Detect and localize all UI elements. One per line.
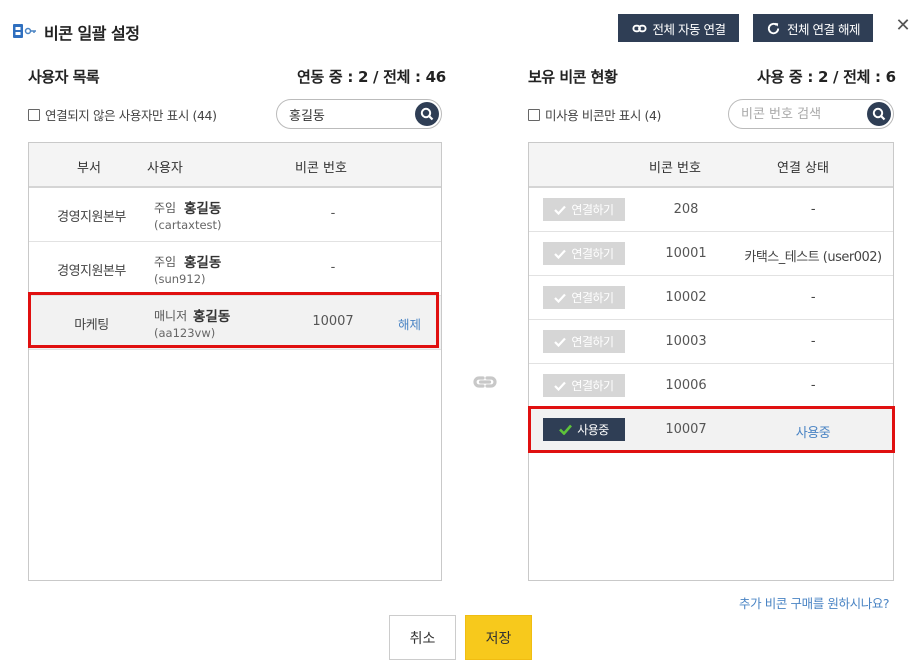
check-icon [554, 293, 567, 303]
table-row: 연결하기 208 - [529, 188, 893, 232]
table-row[interactable]: 경영지원본부 주임 홍길동 (sun912) - [29, 242, 441, 296]
link-icon [631, 24, 647, 32]
column-connection-status: 연결 상태 [777, 161, 829, 176]
check-icon [559, 424, 573, 435]
row-department: 경영지원본부 [57, 210, 126, 225]
beacon-logo-icon [13, 24, 36, 38]
connect-button[interactable]: 연결하기 [543, 242, 625, 265]
row-department: 마케팅 [74, 318, 109, 333]
save-button[interactable]: 저장 [465, 615, 532, 660]
release-all-button[interactable]: 전체 연결 해제 [753, 14, 873, 42]
table-row-selected: 사용중 10007 사용중 [529, 408, 893, 452]
table-row: 연결하기 10002 - [529, 276, 893, 320]
unlink-button[interactable]: 해제 [398, 314, 421, 333]
beacon-number: 208 [673, 202, 699, 217]
check-icon [554, 205, 567, 215]
check-icon [554, 381, 567, 391]
search-icon[interactable] [415, 102, 439, 126]
connect-button[interactable]: 연결하기 [543, 286, 625, 309]
unlinked-users-filter[interactable]: 연결되지 않은 사용자만 표시 (44) [28, 105, 217, 124]
user-search-box [276, 99, 442, 129]
connection-status: - [810, 202, 816, 217]
row-beacon-number: - [330, 206, 336, 221]
beacon-count: 사용 중 : 2 / 전체 : 6 [757, 68, 896, 86]
row-user-name: 홍길동 [184, 201, 222, 217]
row-beacon-number: - [330, 260, 336, 275]
beacon-number: 10007 [665, 422, 707, 437]
connect-button[interactable]: 연결하기 [543, 330, 625, 353]
buy-more-beacons-link[interactable]: 추가 비콘 구매를 원하시나요? [739, 593, 890, 612]
connect-button-label: 연결하기 [571, 379, 614, 393]
close-icon[interactable]: ✕ [893, 16, 912, 36]
beacon-number: 10002 [665, 290, 707, 305]
user-count: 연동 중 : 2 / 전체 : 46 [297, 68, 446, 86]
connection-status: 사용중 [795, 426, 831, 441]
column-beacon-number: 비콘 번호 [649, 161, 701, 176]
unlinked-users-label: 연결되지 않은 사용자만 표시 (44) [45, 108, 217, 123]
check-icon [554, 249, 567, 259]
beacon-number: 10003 [665, 334, 707, 349]
auto-connect-all-button[interactable]: 전체 자동 연결 [618, 14, 739, 42]
beacon-number: 10006 [665, 378, 707, 393]
table-row: 연결하기 10003 - [529, 320, 893, 364]
connect-button-label: 연결하기 [571, 247, 614, 261]
row-user-id: (sun912) [154, 272, 206, 286]
user-search-input[interactable] [289, 106, 409, 122]
beacon-search-input[interactable] [741, 106, 861, 122]
row-role: 주임 [154, 255, 177, 269]
unused-beacons-filter[interactable]: 미사용 비콘만 표시 (4) [528, 105, 661, 124]
row-department: 경영지원본부 [57, 264, 126, 279]
connect-button-label: 연결하기 [571, 203, 614, 217]
column-department: 부서 [77, 161, 101, 176]
column-beacon-number: 비콘 번호 [295, 161, 347, 176]
chain-link-icon [473, 376, 497, 388]
connection-status: - [810, 378, 816, 393]
column-user: 사용자 [147, 161, 183, 176]
table-row: 연결하기 10006 - [529, 364, 893, 408]
table-row: 연결하기 10001 카택스_테스트 (user002) [529, 232, 893, 276]
beacon-table-header: 비콘 번호 연결 상태 [529, 143, 893, 188]
beacon-number: 10001 [665, 246, 707, 261]
cancel-button[interactable]: 취소 [389, 615, 456, 660]
in-use-button-label: 사용중 [577, 423, 609, 437]
connect-button-label: 연결하기 [571, 335, 614, 349]
auto-connect-all-label: 전체 자동 연결 [652, 21, 726, 37]
connect-button-label: 연결하기 [571, 291, 614, 305]
check-icon [554, 337, 567, 347]
row-beacon-number: 10007 [312, 314, 354, 329]
connection-status: 카택스_테스트 (user002) [744, 250, 882, 265]
beacon-status-title: 보유 비콘 현황 [528, 68, 618, 86]
row-user-id: (cartaxtest) [154, 218, 222, 232]
connection-status: - [810, 334, 816, 349]
dialog-title: 비콘 일괄 설정 [44, 24, 140, 43]
release-all-label: 전체 연결 해제 [787, 21, 860, 37]
beacon-table: 비콘 번호 연결 상태 연결하기 208 - 연결하기 10001 카택스_테스… [528, 142, 894, 581]
table-row-selected[interactable]: 마케팅 매니저 홍길동 (aa123vw) 10007 해제 [29, 296, 441, 350]
connection-status: - [810, 290, 816, 305]
unlinked-users-checkbox[interactable] [28, 108, 40, 121]
table-row[interactable]: 경영지원본부 주임 홍길동 (cartaxtest) - [29, 188, 441, 242]
user-table-header: 부서 사용자 비콘 번호 [29, 143, 441, 188]
search-icon[interactable] [867, 102, 891, 126]
beacon-search-box [728, 99, 894, 129]
refresh-icon [767, 22, 780, 34]
row-role: 매니저 [154, 309, 188, 323]
connect-button[interactable]: 연결하기 [543, 374, 625, 397]
row-user-name: 홍길동 [184, 255, 222, 271]
in-use-button[interactable]: 사용중 [543, 418, 625, 441]
unused-beacons-label: 미사용 비콘만 표시 (4) [545, 108, 662, 123]
user-table: 부서 사용자 비콘 번호 경영지원본부 주임 홍길동 (cartaxtest) … [28, 142, 442, 581]
row-role: 주임 [154, 201, 177, 215]
row-user-id: (aa123vw) [154, 326, 216, 340]
user-list-title: 사용자 목록 [28, 68, 100, 86]
unused-beacons-checkbox[interactable] [528, 108, 540, 121]
row-user-name: 홍길동 [193, 309, 231, 325]
connect-button[interactable]: 연결하기 [543, 198, 625, 221]
